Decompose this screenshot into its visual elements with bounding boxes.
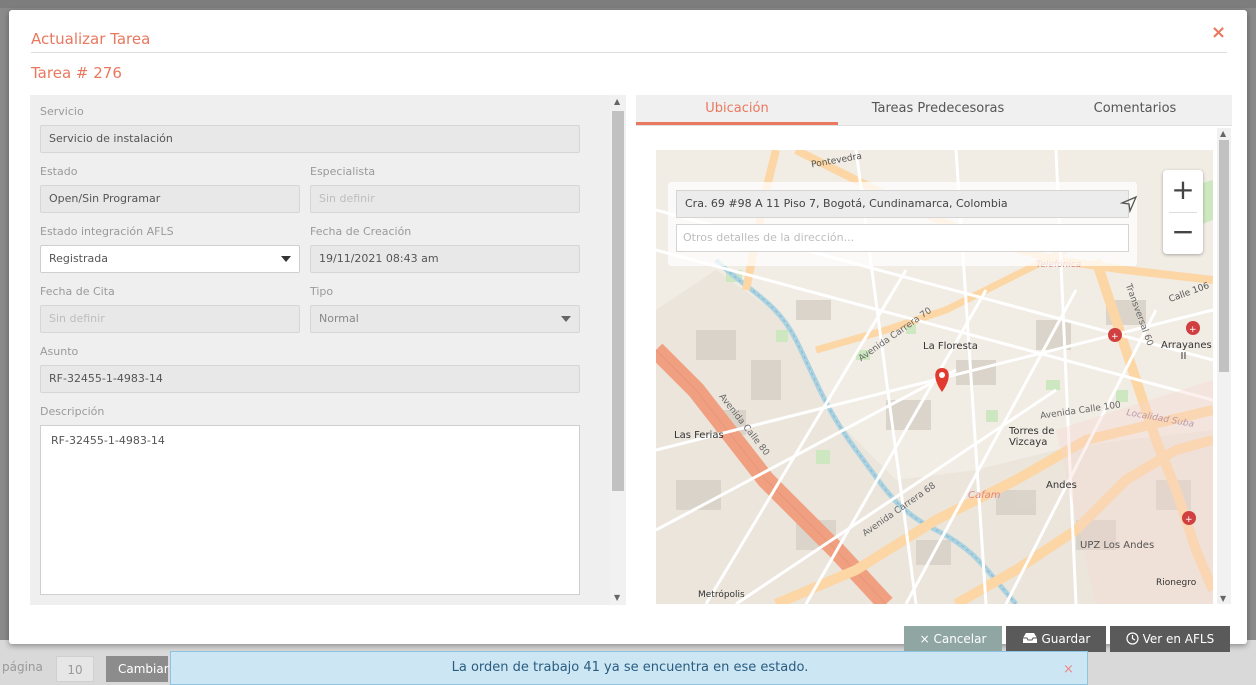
asunto-label: Asunto: [40, 345, 79, 358]
fecha-creacion-field: 19/11/2021 08:43 am: [310, 245, 580, 273]
tipo-value: Normal: [319, 312, 359, 325]
servicio-label: Servicio: [40, 105, 84, 118]
fecha-cita-field[interactable]: Sin definir: [40, 305, 300, 333]
tipo-select[interactable]: Normal: [310, 305, 580, 333]
svg-text:+: +: [1189, 325, 1197, 335]
detail-tabs: Ubicación Tareas Predecesoras Comentario…: [636, 95, 1232, 126]
change-page-size-button[interactable]: Cambiar: [106, 656, 169, 682]
estado-afls-select[interactable]: Registrada: [40, 245, 300, 273]
descripcion-label: Descripción: [40, 405, 105, 418]
ver-en-afls-label: Ver en AFLS: [1142, 632, 1215, 646]
estado-afls-label: Estado integración AFLS: [40, 225, 174, 238]
scroll-down-icon[interactable]: ▼: [1220, 594, 1226, 603]
map-label-torres-de-vizcaya: Torres de Vizcaya: [1009, 426, 1055, 448]
map-label-la-floresta: La Floresta: [923, 341, 978, 352]
map-label-rionegro: Rionegro: [1156, 578, 1197, 588]
map-label-metropolis: Metrópolis: [698, 590, 745, 600]
close-icon[interactable]: ×: [1063, 662, 1074, 677]
update-task-modal: Actualizar Tarea × Tarea # 276 Servicio …: [9, 10, 1247, 652]
save-label: Guardar: [1041, 632, 1091, 646]
cancel-button[interactable]: × Cancelar: [904, 626, 1002, 652]
tipo-label: Tipo: [310, 285, 334, 298]
task-form: Servicio Servicio de instalación Estado …: [30, 95, 610, 605]
scrollbar-thumb[interactable]: [1219, 140, 1229, 372]
address-value: Cra. 69 #98 A 11 Piso 7, Bogotá, Cundina…: [685, 197, 1008, 210]
scrollbar-thumb[interactable]: [612, 111, 624, 491]
zoom-in-button[interactable]: +: [1163, 170, 1203, 212]
tab-comentarios[interactable]: Comentarios: [1038, 95, 1232, 125]
toast-message: La orden de trabajo 41 ya se encuentra e…: [451, 660, 809, 675]
especialista-label: Especialista: [310, 165, 376, 178]
title-divider: [31, 52, 1227, 53]
svg-text:+: +: [1111, 332, 1119, 342]
scroll-down-icon[interactable]: ▼: [614, 593, 620, 602]
map-label-las-ferias: Las Ferias: [674, 430, 724, 441]
fecha-cita-label: Fecha de Cita: [40, 285, 115, 298]
scroll-up-icon[interactable]: ▲: [1220, 129, 1226, 138]
address-box: Cra. 69 #98 A 11 Piso 7, Bogotá, Cundina…: [668, 182, 1138, 266]
map-label-andes: Andes: [1046, 480, 1077, 491]
notification-toast: La orden de trabajo 41 ya se encuentra e…: [170, 651, 1088, 685]
scroll-up-icon[interactable]: ▲: [614, 97, 620, 106]
estado-field: Open/Sin Programar: [40, 185, 300, 213]
svg-text:+: +: [1185, 515, 1193, 525]
servicio-field: Servicio de instalación: [40, 125, 580, 153]
descripcion-textarea[interactable]: RF-32455-1-4983-14: [40, 425, 580, 595]
address-detail-input[interactable]: Otros detalles de la dirección...: [676, 224, 1129, 252]
map-scrollbar[interactable]: ▲ ▼: [1217, 128, 1231, 604]
chevron-down-icon: [281, 256, 291, 262]
map-label-cafam: Cafam: [968, 490, 1001, 501]
form-scrollbar[interactable]: ▲ ▼: [610, 95, 626, 605]
page-size-input[interactable]: 10: [56, 656, 94, 682]
ver-en-afls-button[interactable]: Ver en AFLS: [1110, 626, 1230, 652]
pagination-label: página: [2, 660, 43, 674]
asunto-field: RF-32455-1-4983-14: [40, 365, 580, 393]
location-map[interactable]: + + + La Floresta Las Ferias Torres de V…: [656, 150, 1213, 604]
address-input[interactable]: Cra. 69 #98 A 11 Piso 7, Bogotá, Cundina…: [676, 190, 1138, 218]
zoom-control: + −: [1163, 170, 1203, 254]
task-number: Tarea # 276: [31, 64, 122, 82]
tab-ubicacion[interactable]: Ubicación: [636, 95, 838, 125]
estado-label: Estado: [40, 165, 78, 178]
fecha-creacion-label: Fecha de Creación: [310, 225, 412, 238]
map-label-upz-los-andes: UPZ Los Andes: [1080, 540, 1155, 551]
clock-icon: [1126, 632, 1143, 646]
tab-tareas-predecesoras[interactable]: Tareas Predecesoras: [838, 95, 1038, 125]
save-button[interactable]: Guardar: [1006, 626, 1106, 652]
estado-afls-value: Registrada: [49, 252, 108, 265]
map-label-arrayanes: Arrayanes II: [1161, 340, 1212, 362]
close-icon[interactable]: ×: [1211, 22, 1226, 43]
modal-title: Actualizar Tarea: [31, 30, 151, 48]
chevron-down-icon: [561, 316, 571, 322]
especialista-field[interactable]: Sin definir: [310, 185, 580, 213]
backdrop: [0, 0, 1256, 8]
inbox-icon: [1022, 632, 1042, 646]
zoom-out-button[interactable]: −: [1163, 212, 1203, 254]
